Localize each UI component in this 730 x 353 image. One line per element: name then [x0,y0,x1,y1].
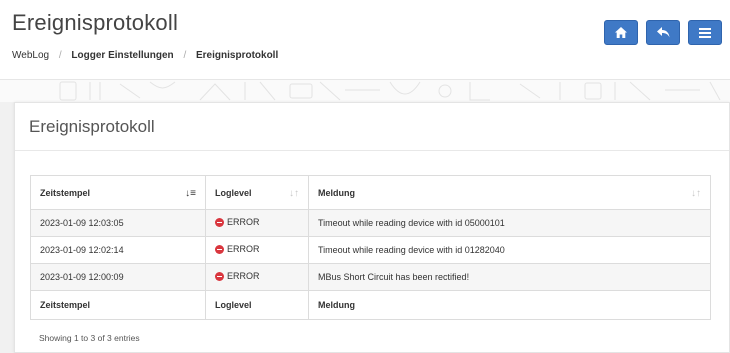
cell-message: MBus Short Circuit has been rectified! [308,263,711,291]
page-header: Ereignisprotokoll WebLog / Logger Einste… [0,0,730,80]
table-row: 2023-01-09 12:02:14 ERROR Timeout while … [30,236,711,264]
reply-icon [656,27,669,38]
cell-level: ERROR [205,209,309,237]
breadcrumb-logger-einstellungen[interactable]: Logger Einstellungen [71,50,173,61]
cell-timestamp: 2023-01-09 12:00:09 [30,263,206,291]
event-log-table-wrapper: Zeitstempel ↓≡ Loglevel ↓↑ Meldung ↓↑ 20… [30,175,711,320]
cell-level: ERROR [205,263,309,291]
panel-title: Ereignisprotokoll [29,117,155,136]
page-title: Ereignisprotokoll [12,10,179,35]
table-row: 2023-01-09 12:00:09 ERROR MBus Short Cir… [30,263,711,291]
event-log-table: Zeitstempel ↓≡ Loglevel ↓↑ Meldung ↓↑ 20… [30,175,711,320]
table-row: 2023-01-09 12:03:05 ERROR Timeout while … [30,209,711,237]
error-icon [215,217,224,227]
menu-button[interactable] [688,20,722,45]
back-button[interactable] [646,20,680,45]
sort-icon: ↓↑ [691,188,701,199]
breadcrumb-weblog[interactable]: WebLog [12,50,49,61]
home-button[interactable] [604,20,638,45]
sort-descending-icon: ↓≡ [185,188,196,199]
breadcrumb-separator: / [183,50,187,61]
breadcrumb: WebLog / Logger Einstellungen / Ereignis… [12,50,278,61]
error-icon [215,271,224,281]
sort-icon: ↓↑ [289,188,299,199]
cell-level: ERROR [205,236,309,264]
table-info: Showing 1 to 3 of 3 entries [39,333,140,343]
cell-message: Timeout while reading device with id 050… [308,209,711,237]
footer-loglevel: Loglevel [205,290,309,320]
column-header-meldung[interactable]: Meldung ↓↑ [308,175,711,210]
cell-timestamp: 2023-01-09 12:03:05 [30,209,206,237]
breadcrumb-current: Ereignisprotokoll [196,50,279,61]
column-header-zeitstempel[interactable]: Zeitstempel ↓≡ [30,175,206,210]
header-actions [604,20,722,45]
decorative-circuit-pattern [0,80,730,102]
column-header-loglevel[interactable]: Loglevel ↓↑ [205,175,309,210]
cell-timestamp: 2023-01-09 12:02:14 [30,236,206,264]
footer-meldung: Meldung [308,290,711,320]
panel-heading: Ereignisprotokoll [15,103,729,151]
error-icon [215,244,224,254]
table-header-row: Zeitstempel ↓≡ Loglevel ↓↑ Meldung ↓↑ [30,175,711,210]
table-footer-row: Zeitstempel Loglevel Meldung [30,290,711,320]
cell-message: Timeout while reading device with id 012… [308,236,711,264]
hamburger-menu-icon [699,27,711,38]
home-icon [615,27,627,38]
breadcrumb-separator: / [58,50,62,61]
footer-zeitstempel: Zeitstempel [30,290,206,320]
event-log-panel: Ereignisprotokoll Zeitstempel ↓≡ Logleve… [14,102,730,353]
